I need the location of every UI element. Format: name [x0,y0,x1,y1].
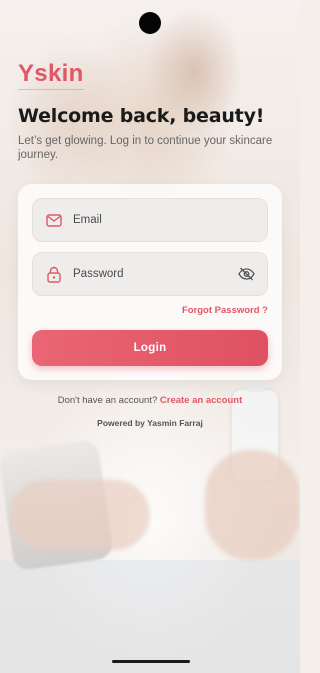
email-field[interactable] [32,198,268,242]
app-logo: Yskin [18,60,84,90]
password-input[interactable] [73,268,237,280]
create-account-link[interactable]: Create an account [160,395,242,406]
login-card: Forgot Password ? Login [18,184,282,380]
mail-icon [45,211,63,229]
page-subtitle: Let’s get glowing. Log in to continue yo… [18,135,273,161]
password-field[interactable] [32,252,268,296]
page-title: Welcome back, beauty! [18,105,265,127]
eye-off-icon[interactable] [237,265,255,283]
signup-prompt: Don't have an account? Create an account [0,395,300,406]
forgot-password-link[interactable]: Forgot Password ? [182,305,268,316]
lock-icon [45,265,63,283]
home-indicator[interactable] [112,660,190,663]
camera-cutout [139,12,161,34]
powered-by-text: Powered by Yasmin Farraj [97,418,203,428]
login-button[interactable]: Login [32,330,268,366]
email-input[interactable] [73,214,255,226]
signup-prompt-text: Don't have an account? [57,395,158,406]
login-screen: Yskin Welcome back, beauty! Let’s get gl… [0,0,300,673]
